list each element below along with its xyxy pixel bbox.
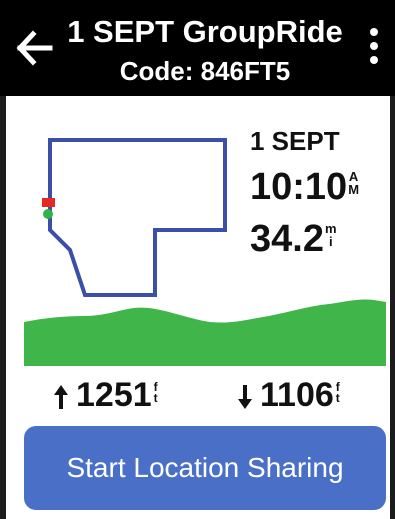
ride-distance-value: 34.2 xyxy=(250,218,324,260)
ascent-value: 1251 xyxy=(76,376,152,414)
start-marker xyxy=(43,209,53,219)
ride-time-value: 10:10 xyxy=(250,166,348,208)
distance-unit: mi xyxy=(324,221,337,249)
ascent-unit: ft xyxy=(153,380,158,405)
ride-details-screen: 1 SEPT GroupRide Code: 846FT5 1 SEPT 10:… xyxy=(0,0,395,519)
end-marker xyxy=(42,198,55,207)
route-map xyxy=(30,130,240,300)
total-descent: 1106 f t xyxy=(236,376,340,415)
more-vert-icon xyxy=(370,28,378,64)
ride-distance: 34.2m i xyxy=(250,218,337,261)
time-unit: AM xyxy=(348,169,360,197)
back-button[interactable] xyxy=(16,26,56,70)
start-location-sharing-button[interactable]: Start Location Sharing xyxy=(24,426,386,510)
arrow-up-icon xyxy=(54,385,68,410)
descent-value: 1106 xyxy=(260,376,334,414)
arrow-down-icon xyxy=(238,385,252,410)
route-line xyxy=(48,138,227,297)
header-bar: 1 SEPT GroupRide Code: 846FT5 xyxy=(0,0,395,96)
elevation-profile xyxy=(24,299,386,366)
more-options-button[interactable] xyxy=(362,22,386,70)
left-frame-edge xyxy=(0,96,6,519)
back-arrow-icon xyxy=(16,30,53,66)
page-title: 1 SEPT GroupRide xyxy=(67,14,343,49)
total-ascent: 1251 f t xyxy=(52,376,158,415)
ride-time: 10:10 A M xyxy=(250,166,359,209)
descent-unit: ft xyxy=(335,380,340,405)
right-frame-edge xyxy=(390,96,395,519)
ride-code: Code: 846FT5 xyxy=(119,56,291,86)
ride-date: 1 SEPT xyxy=(250,126,340,156)
